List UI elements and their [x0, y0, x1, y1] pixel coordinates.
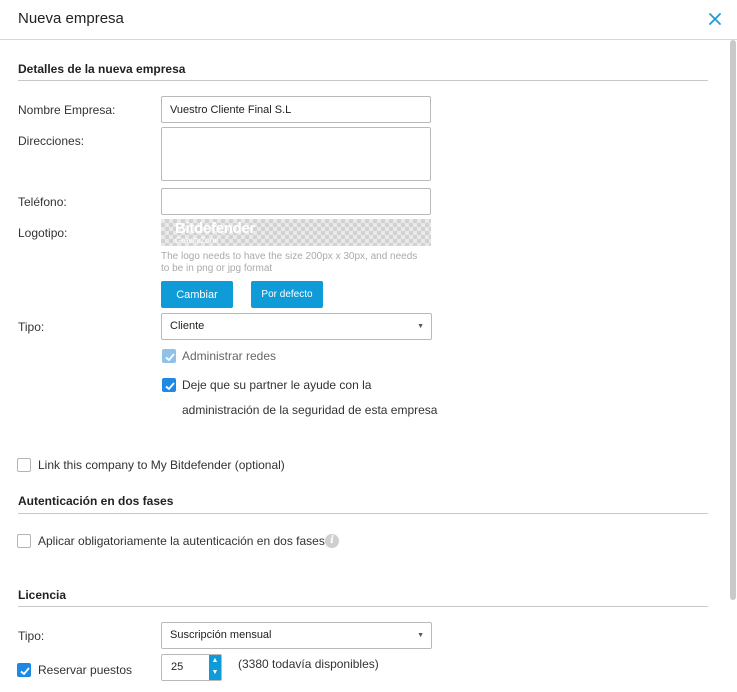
phone-label: Teléfono:: [18, 195, 67, 209]
company-type-value: Cliente: [170, 320, 205, 332]
section-divider: [18, 606, 708, 607]
link-company-label: Link this company to My Bitdefender (opt…: [38, 458, 285, 472]
check-icon: [165, 382, 175, 391]
reserve-seats-value: 25: [171, 661, 184, 673]
logo-text: Bitdefender: [175, 220, 256, 237]
chevron-down-icon: ▼: [417, 632, 424, 639]
logo-hint: The logo needs to have the size 200px x …: [161, 251, 418, 274]
reserve-seats-stepper[interactable]: 25 ▲ ▼: [161, 654, 222, 681]
available-seats-text: (3380 todavía disponibles): [238, 657, 379, 671]
type-label: Tipo:: [18, 320, 45, 334]
logo-label: Logotipo:: [18, 226, 68, 240]
logo-preview: Bitdefender GravityZone: [161, 219, 431, 246]
license-type-select[interactable]: Suscripción mensual ▼: [161, 622, 432, 649]
default-logo-button[interactable]: Por defecto: [251, 281, 323, 308]
check-icon: [165, 353, 175, 362]
check-icon: [20, 667, 30, 676]
dialog-title: Nueva empresa: [18, 10, 124, 27]
change-logo-button[interactable]: Cambiar: [161, 281, 233, 308]
chevron-down-icon[interactable]: ▼: [209, 669, 221, 676]
reserve-seats-label: Reservar puestos: [38, 663, 133, 677]
two-factor-section-title: Autenticación en dos fases: [18, 494, 174, 508]
partner-help-checkbox[interactable]: [162, 378, 176, 392]
partner-help-label-line2: administración de la seguridad de esta e…: [182, 403, 438, 417]
stepper-arrows[interactable]: ▲ ▼: [209, 655, 221, 680]
details-section-title: Detalles de la nueva empresa: [18, 62, 186, 76]
chevron-up-icon[interactable]: ▲: [209, 657, 221, 664]
company-name-label: Nombre Empresa:: [18, 103, 116, 117]
license-section-title: Licencia: [18, 588, 67, 602]
chevron-down-icon: ▼: [417, 323, 424, 330]
reserve-seats-checkbox[interactable]: [17, 663, 31, 677]
manage-networks-label: Administrar redes: [182, 349, 277, 363]
manage-networks-checkbox[interactable]: [162, 349, 176, 363]
new-company-dialog: Nueva empresa Detalles de la nueva empre…: [0, 0, 737, 692]
section-divider: [18, 513, 708, 514]
dialog-header: Nueva empresa: [0, 0, 737, 40]
addresses-label: Direcciones:: [18, 134, 85, 148]
phone-input[interactable]: [161, 188, 431, 215]
addresses-textarea[interactable]: [161, 127, 431, 181]
link-company-checkbox[interactable]: [17, 458, 31, 472]
section-divider: [18, 80, 708, 81]
scrollbar[interactable]: [730, 40, 736, 600]
license-type-label: Tipo:: [18, 629, 45, 643]
company-type-select[interactable]: Cliente ▼: [161, 313, 432, 340]
enforce-2fa-label: Aplicar obligatoriamente la autenticació…: [38, 534, 325, 548]
enforce-2fa-checkbox[interactable]: [17, 534, 31, 548]
partner-help-label-line1: Deje que su partner le ayude con la: [182, 378, 372, 392]
company-name-input[interactable]: [161, 96, 431, 123]
license-type-value: Suscripción mensual: [170, 629, 272, 641]
close-icon[interactable]: [708, 12, 722, 26]
logo-subtext: GravityZone: [175, 236, 219, 245]
info-icon[interactable]: i: [325, 534, 339, 548]
